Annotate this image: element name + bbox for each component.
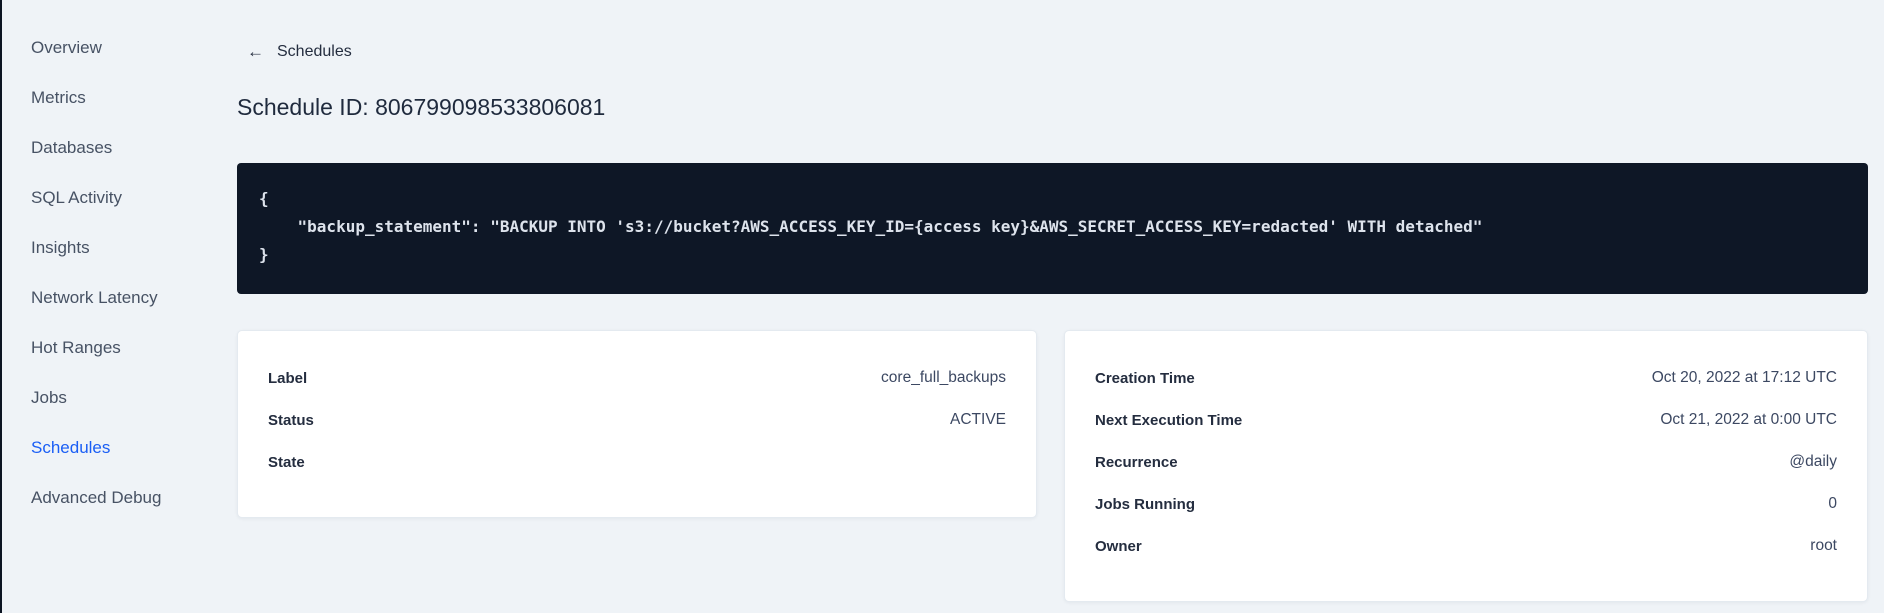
detail-row-state: State: [268, 441, 1006, 483]
row-value: root: [1810, 537, 1837, 554]
code-line: {: [259, 189, 269, 208]
row-label: Creation Time: [1095, 369, 1195, 387]
main-content: ← Schedules Schedule ID: 806799098533806…: [237, 0, 1868, 613]
sidebar-item-overview[interactable]: Overview: [2, 23, 237, 73]
sidebar-item-metrics[interactable]: Metrics: [2, 73, 237, 123]
row-label: Recurrence: [1095, 453, 1178, 471]
detail-row-recurrence: Recurrence @daily: [1095, 441, 1837, 483]
schedule-timing-card: Creation Time Oct 20, 2022 at 17:12 UTC …: [1064, 330, 1868, 602]
row-value: Oct 20, 2022 at 17:12 UTC: [1651, 369, 1837, 386]
row-label: State: [268, 453, 305, 471]
code-line: "backup_statement": "BACKUP INTO 's3://b…: [259, 217, 1483, 236]
schedule-details-card: Label core_full_backups Status ACTIVE St…: [237, 330, 1037, 518]
detail-row-label: Label core_full_backups: [268, 357, 1006, 399]
row-value: 0: [1828, 495, 1837, 512]
sidebar-item-sql-activity[interactable]: SQL Activity: [2, 173, 237, 223]
sidebar-item-network-latency[interactable]: Network Latency: [2, 273, 237, 323]
back-link-label: Schedules: [277, 43, 352, 60]
code-line: }: [259, 245, 269, 264]
row-label: Owner: [1095, 537, 1142, 555]
detail-row-next-execution-time: Next Execution Time Oct 21, 2022 at 0:00…: [1095, 399, 1837, 441]
sidebar-item-hot-ranges[interactable]: Hot Ranges: [2, 323, 237, 373]
sidebar-item-jobs[interactable]: Jobs: [2, 373, 237, 423]
row-value: @daily: [1789, 453, 1837, 470]
back-arrow-icon: ←: [247, 42, 264, 61]
detail-row-owner: Owner root: [1095, 525, 1837, 567]
sidebar-item-databases[interactable]: Databases: [2, 123, 237, 173]
sidebar-item-schedules[interactable]: Schedules: [2, 423, 237, 473]
back-to-schedules-link[interactable]: ← Schedules: [247, 42, 352, 62]
detail-row-creation-time: Creation Time Oct 20, 2022 at 17:12 UTC: [1095, 357, 1837, 399]
sidebar-item-advanced-debug[interactable]: Advanced Debug: [2, 473, 237, 523]
detail-cards-row: Label core_full_backups Status ACTIVE St…: [237, 330, 1868, 602]
row-label: Next Execution Time: [1095, 411, 1243, 429]
backup-statement-code-block: { "backup_statement": "BACKUP INTO 's3:/…: [237, 163, 1868, 294]
row-label: Jobs Running: [1095, 495, 1195, 513]
detail-row-status: Status ACTIVE: [268, 399, 1006, 441]
page-title: Schedule ID: 806799098533806081: [237, 94, 606, 120]
sidebar: Overview Metrics Databases SQL Activity …: [2, 0, 237, 613]
row-label: Label: [268, 369, 308, 387]
row-value: core_full_backups: [881, 369, 1006, 386]
row-label: Status: [268, 411, 314, 429]
detail-row-jobs-running: Jobs Running 0: [1095, 483, 1837, 525]
row-value: ACTIVE: [950, 411, 1006, 428]
row-value: Oct 21, 2022 at 0:00 UTC: [1660, 411, 1837, 428]
sidebar-item-insights[interactable]: Insights: [2, 223, 237, 273]
